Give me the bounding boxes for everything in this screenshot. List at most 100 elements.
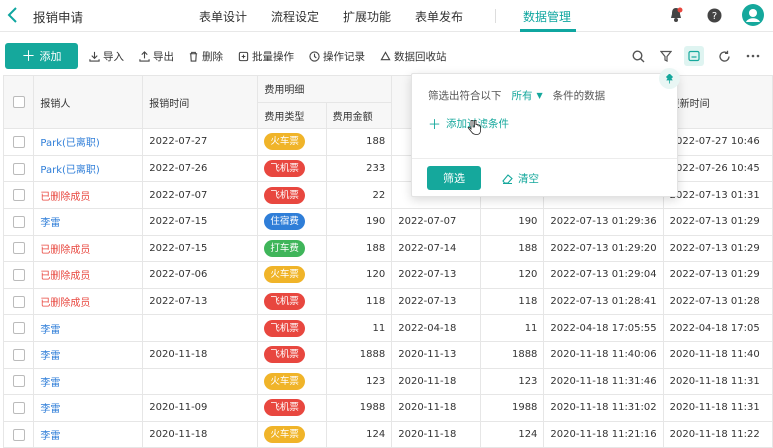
- report-time-cell: [142, 367, 259, 396]
- delete-button[interactable]: 删除: [188, 49, 223, 64]
- reporter-name[interactable]: 李雷: [40, 325, 60, 336]
- table-row[interactable]: 李雷 火车票 123 2020-11-18 123 2020-11-18 11:31:46…: [2, 367, 773, 396]
- row-checkbox[interactable]: [12, 348, 25, 361]
- reporter-name[interactable]: 李雷: [40, 351, 60, 362]
- back-icon[interactable]: [6, 6, 20, 24]
- row-checkbox[interactable]: [12, 189, 25, 202]
- updated-time-cell: 2020-11-18 11:31: [662, 394, 773, 422]
- date-cell: 2020-11-18: [391, 367, 482, 396]
- avatar[interactable]: [742, 4, 764, 29]
- report-time-cell: 2022-07-13: [142, 287, 259, 316]
- expense-type-cell: 飞机票: [257, 181, 327, 209]
- refresh-icon[interactable]: [714, 46, 734, 66]
- search-icon[interactable]: [628, 46, 648, 66]
- add-button[interactable]: ＋ 添加: [5, 43, 78, 69]
- date-cell: 2022-07-07: [391, 207, 482, 236]
- col-group-expense-detail: 费用明细: [257, 75, 393, 103]
- col-report-time[interactable]: 报销时间: [142, 74, 259, 130]
- date-cell: 2022-07-13: [391, 287, 482, 316]
- nav-flow-settings[interactable]: 流程设定: [271, 8, 319, 25]
- expense-type-tag: 住宿费: [264, 213, 305, 231]
- reporter-cell[interactable]: Park(已离职): [33, 128, 144, 156]
- created-time-cell: 2022-07-13 01:29:04: [543, 261, 664, 289]
- updated-time-cell: 2020-11-18 11:40: [662, 340, 773, 369]
- reporter-cell[interactable]: 李雷: [33, 394, 144, 422]
- reporter-name[interactable]: 已删除成员: [40, 192, 90, 203]
- row-checkbox[interactable]: [12, 215, 25, 228]
- table-row[interactable]: 已删除成员 2022-07-06 火车票 120 2022-07-13 120 2022-0…: [2, 261, 773, 289]
- reporter-cell[interactable]: 已删除成员: [33, 261, 144, 289]
- table-row[interactable]: 已删除成员 2022-07-13 飞机票 118 2022-07-13 118 2022-0…: [2, 287, 773, 316]
- report-time-cell: 2020-11-09: [142, 394, 259, 422]
- reporter-name[interactable]: 已删除成员: [40, 271, 90, 282]
- row-checkbox-cell: [2, 207, 35, 236]
- help-icon[interactable]: ?: [707, 8, 722, 26]
- nav-extensions[interactable]: 扩展功能: [343, 8, 391, 25]
- reporter-name[interactable]: Park(已离职): [40, 165, 99, 176]
- date-cell: 2020-11-18: [391, 420, 482, 448]
- reporter-name[interactable]: 李雷: [40, 431, 60, 442]
- table-row[interactable]: 李雷 2022-07-15 住宿费 190 2022-07-07 190 2022-07-1…: [2, 207, 773, 236]
- recycle-bin-button[interactable]: 数据回收站: [380, 49, 447, 64]
- nav-data-management[interactable]: 数据管理: [523, 8, 571, 25]
- col-expense-type[interactable]: 费用类型: [257, 101, 327, 130]
- reporter-name[interactable]: 李雷: [40, 404, 60, 415]
- reporter-name[interactable]: 已删除成员: [40, 298, 90, 309]
- reporter-cell[interactable]: 李雷: [33, 314, 144, 342]
- pin-icon[interactable]: [659, 68, 680, 89]
- amount-cell: 1888: [480, 340, 545, 369]
- filter-mode-select[interactable]: 所有 ▼: [512, 88, 543, 103]
- reporter-cell[interactable]: 已删除成员: [33, 234, 144, 263]
- export-button[interactable]: 导出: [139, 49, 174, 64]
- report-time-cell: 2022-07-06: [142, 261, 259, 289]
- row-checkbox[interactable]: [12, 401, 25, 414]
- expense-type-cell: 打车费: [257, 234, 327, 263]
- filter-prefix-text: 筛选出符合以下: [428, 90, 502, 102]
- nav-form-publish[interactable]: 表单发布: [415, 8, 463, 25]
- reporter-cell[interactable]: 李雷: [33, 207, 144, 236]
- reporter-cell[interactable]: 李雷: [33, 367, 144, 396]
- row-checkbox[interactable]: [12, 295, 25, 308]
- row-checkbox[interactable]: [12, 135, 25, 148]
- reporter-name[interactable]: 李雷: [40, 378, 60, 389]
- reporter-cell[interactable]: 李雷: [33, 420, 144, 448]
- col-reporter[interactable]: 报销人: [33, 74, 144, 130]
- expense-amount-cell: 1888: [325, 340, 393, 369]
- created-time-cell: 2020-11-18 11:31:46: [543, 367, 664, 396]
- table-row[interactable]: 李雷 飞机票 11 2022-04-18 11 2022-04-18 17:05:55 20…: [2, 314, 773, 342]
- more-icon[interactable]: [743, 46, 763, 66]
- row-checkbox-cell: [2, 154, 35, 183]
- reporter-name[interactable]: Park(已离职): [40, 138, 99, 149]
- row-checkbox[interactable]: [12, 375, 25, 388]
- batch-operation-button[interactable]: 批量操作: [238, 49, 294, 64]
- apply-filter-button[interactable]: 筛选: [427, 166, 481, 190]
- col-expense-amount[interactable]: 费用金额: [325, 101, 393, 130]
- row-checkbox[interactable]: [12, 322, 25, 335]
- table-row[interactable]: 李雷 2020-11-09 飞机票 1988 2020-11-18 1988 2020-11…: [2, 394, 773, 422]
- table-row[interactable]: 李雷 2020-11-18 飞机票 1888 2020-11-13 1888 2020-11…: [2, 340, 773, 369]
- filter-mode-value: 所有: [511, 90, 533, 102]
- nav-divider: [495, 9, 496, 23]
- reporter-cell[interactable]: 已删除成员: [33, 181, 144, 209]
- nav-form-design[interactable]: 表单设计: [199, 8, 247, 25]
- col-update-time[interactable]: 更新时间: [662, 74, 773, 130]
- filter-icon[interactable]: [656, 46, 676, 66]
- clear-filter-button[interactable]: 清空: [502, 171, 539, 186]
- table-row[interactable]: 李雷 2020-11-18 火车票 124 2020-11-18 124 2020-11-1…: [2, 420, 773, 448]
- reporter-name[interactable]: 已删除成员: [40, 245, 90, 256]
- row-checkbox[interactable]: [12, 268, 25, 281]
- row-checkbox-cell: [2, 314, 35, 342]
- row-checkbox[interactable]: [12, 162, 25, 175]
- reporter-cell[interactable]: 李雷: [33, 340, 144, 369]
- select-all-checkbox[interactable]: [12, 96, 25, 109]
- row-height-icon[interactable]: [684, 46, 704, 66]
- operation-log-button[interactable]: 操作记录: [309, 49, 365, 64]
- reporter-cell[interactable]: 已删除成员: [33, 287, 144, 316]
- table-row[interactable]: 已删除成员 2022-07-15 打车费 188 2022-07-14 188 2022-0…: [2, 234, 773, 263]
- notification-icon[interactable]: [669, 7, 683, 26]
- reporter-cell[interactable]: Park(已离职): [33, 154, 144, 183]
- row-checkbox[interactable]: [12, 242, 25, 255]
- reporter-name[interactable]: 李雷: [40, 218, 60, 229]
- row-checkbox[interactable]: [12, 428, 25, 441]
- import-button[interactable]: 导入: [89, 49, 124, 64]
